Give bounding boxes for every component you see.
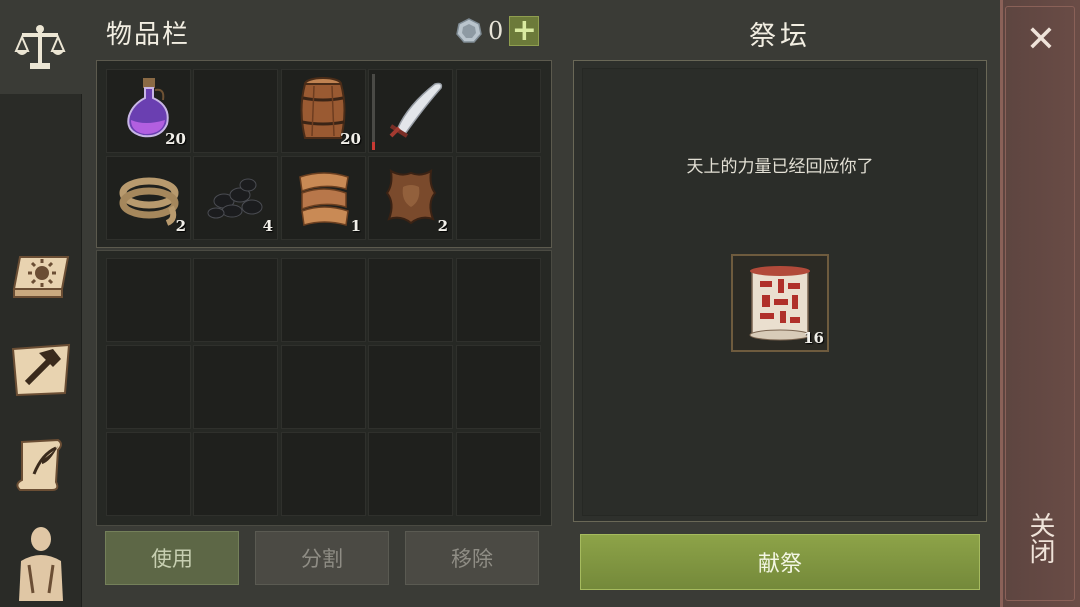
altar-message: 天上的力量已经回应你了 [686,157,874,177]
inventory-slot-cloth[interactable]: 1 [281,156,366,240]
inventory-slot-empty[interactable] [368,432,453,516]
sun-book-icon [12,256,70,298]
inventory-title: 物品栏 [106,20,191,50]
split-button[interactable]: 分割 [255,531,389,585]
inventory-slot-empty[interactable] [281,345,366,429]
inventory-slot-empty[interactable] [106,432,191,516]
inventory-slot-empty[interactable] [368,345,453,429]
durability-bar [372,74,375,150]
item-quantity: 20 [165,130,186,148]
inventory-slot-coal[interactable]: 4 [193,156,278,240]
inventory-slot-empty[interactable] [193,432,278,516]
inventory-slot-empty[interactable] [456,258,541,342]
tab-trade[interactable] [0,0,82,94]
inventory-slot-empty[interactable] [281,258,366,342]
cloth-icon [299,172,349,226]
tab-journal[interactable] [0,238,82,318]
inventory-slot-empty[interactable] [456,432,541,516]
inventory-slot-scimitar[interactable] [368,69,453,153]
item-quantity: 1 [350,217,361,235]
leather-hide-icon [385,169,437,225]
hammer-icon [11,343,71,397]
offering-quantity: 16 [803,329,824,347]
close-label[interactable]: 关闭 [1022,512,1058,564]
silver-coin-icon [456,18,482,43]
add-currency-button[interactable]: + [509,16,540,46]
inventory-slot-empty[interactable] [193,258,278,342]
inventory-slot-empty[interactable] [456,345,541,429]
inventory-slot-leather[interactable]: 2 [368,156,453,240]
character-icon [19,526,63,601]
sacrifice-button[interactable]: 献祭 [580,534,980,590]
inventory-slot-empty[interactable] [193,345,278,429]
offering-slot[interactable]: 16 [731,254,829,352]
inventory-slot-barrel[interactable]: 20 [281,69,366,153]
currency-display: 0 + [456,16,540,46]
coal-icon [207,178,263,219]
scales-icon [14,25,66,69]
tab-character[interactable] [0,514,82,607]
inventory-slot-empty[interactable] [368,258,453,342]
rope-icon [119,177,179,226]
remove-button[interactable]: 移除 [405,531,539,585]
inventory-slot-empty[interactable] [106,345,191,429]
inventory-slot-empty[interactable] [456,69,541,153]
close-icon[interactable]: ✕ [1021,18,1061,62]
item-quantity: 2 [175,217,186,235]
item-quantity: 2 [437,217,448,235]
inventory-slot-empty[interactable] [281,432,366,516]
inventory-slot-empty[interactable] [456,156,541,240]
scroll-quill-icon [16,438,62,491]
currency-value: 0 [488,17,504,45]
inventory-slot-empty[interactable] [106,258,191,342]
inventory-slot-rope[interactable]: 2 [106,156,191,240]
altar-title: 祭坛 [749,21,811,52]
use-button[interactable]: 使用 [105,531,239,585]
inventory-slot-potion[interactable]: 20 [106,69,191,153]
tab-craft[interactable] [0,330,82,410]
item-quantity: 4 [262,217,273,235]
item-quantity: 20 [340,130,361,148]
inventory-slot-empty[interactable] [193,69,278,153]
tab-quests[interactable] [0,424,82,504]
scimitar-icon [389,82,443,138]
